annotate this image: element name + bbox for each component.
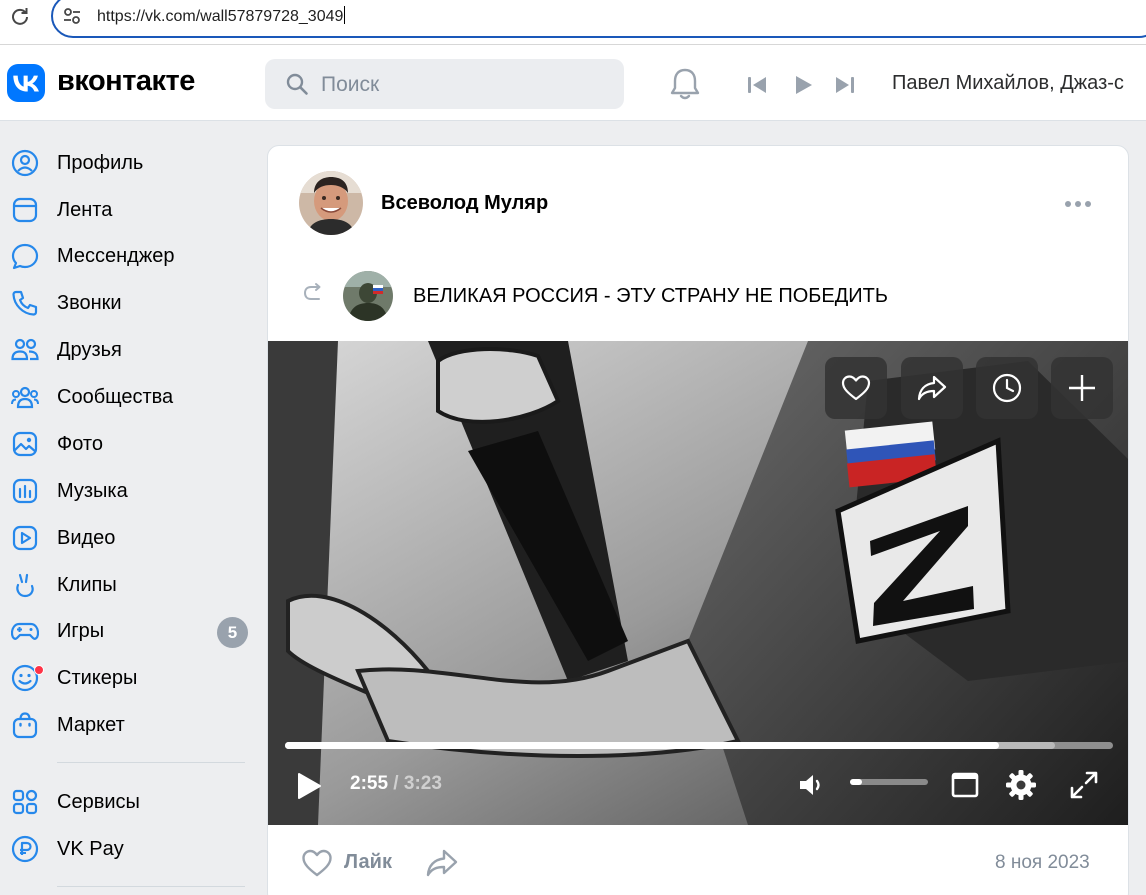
reload-icon[interactable]: [10, 6, 30, 26]
market-icon: [12, 712, 38, 739]
share-icon[interactable]: [425, 848, 459, 878]
author-avatar[interactable]: [299, 171, 363, 235]
sidebar-item-vkpay[interactable]: VK Pay: [0, 829, 260, 869]
video-progress-bar[interactable]: [285, 742, 1113, 749]
sidebar-item-messenger[interactable]: Мессенджер: [0, 236, 260, 276]
post-author-name[interactable]: Всеволод Муляр: [381, 192, 548, 215]
heart-icon: [841, 375, 871, 401]
browser-toolbar: https://vk.com/wall57879728_3049: [0, 0, 1146, 44]
games-count-badge: 5: [217, 617, 248, 648]
share-icon: [917, 375, 947, 401]
vk-header: вконтакте Павел Михайлов, Джаз-с: [0, 45, 1146, 121]
miniplayer-icon[interactable]: [949, 769, 981, 801]
left-sidebar: Профиль Лента Мессенджер Звонки Друзья С…: [0, 122, 260, 895]
video-icon: [12, 525, 38, 551]
communities-icon: [11, 386, 39, 409]
friends-icon: [11, 338, 39, 361]
sidebar-item-services[interactable]: Сервисы: [0, 782, 260, 822]
more-options-icon[interactable]: [1063, 198, 1093, 210]
games-icon: [11, 622, 39, 640]
search-input[interactable]: [321, 72, 611, 98]
url-text[interactable]: https://vk.com/wall57879728_3049: [97, 6, 346, 26]
music-icon: [12, 478, 38, 504]
repost-arrow-icon: [303, 283, 321, 300]
sidebar-item-feed[interactable]: Лента: [0, 190, 260, 230]
vk-logo-icon[interactable]: [7, 64, 45, 102]
sidebar-divider: [57, 762, 245, 763]
sidebar-item-video[interactable]: Видео: [0, 518, 260, 558]
sidebar-divider: [57, 886, 245, 887]
watch-later-button[interactable]: [976, 357, 1038, 419]
next-track-icon[interactable]: [833, 73, 857, 97]
play-icon[interactable]: [295, 771, 323, 801]
like-button[interactable]: Лайк: [301, 846, 411, 882]
add-video-button[interactable]: [1051, 357, 1113, 419]
clips-icon: [16, 573, 34, 598]
video-progress-fill: [285, 742, 999, 749]
vkpay-icon: [11, 835, 39, 863]
plus-icon: [1069, 375, 1095, 401]
profile-icon: [11, 149, 39, 177]
services-icon: [12, 789, 38, 815]
sidebar-item-calls[interactable]: Звонки: [0, 283, 260, 323]
notifications-bell-icon[interactable]: [668, 66, 702, 102]
video-time: 2:55 / 3:23: [350, 773, 442, 794]
settings-gear-icon[interactable]: [1005, 769, 1037, 801]
sidebar-item-photos[interactable]: Фото: [0, 424, 260, 464]
heart-icon: [302, 849, 332, 877]
sidebar-item-market[interactable]: Маркет: [0, 705, 260, 745]
clock-icon: [992, 373, 1022, 403]
volume-slider[interactable]: [850, 779, 928, 785]
messenger-icon: [11, 243, 39, 270]
video-share-button[interactable]: [901, 357, 963, 419]
sidebar-item-stickers[interactable]: Стикеры: [0, 658, 260, 698]
photo-icon: [12, 431, 38, 457]
sidebar-item-communities[interactable]: Сообщества: [0, 377, 260, 417]
sidebar-item-profile[interactable]: Профиль: [0, 143, 260, 183]
fullscreen-icon[interactable]: [1068, 769, 1100, 801]
sidebar-item-games[interactable]: Игры 5: [0, 611, 260, 651]
volume-icon[interactable]: [796, 769, 828, 801]
video-like-button[interactable]: [825, 357, 887, 419]
search-icon: [286, 73, 308, 95]
repost-source-avatar[interactable]: [343, 271, 393, 321]
video-player[interactable]: 2:55 / 3:23: [268, 341, 1128, 825]
vk-logo-text[interactable]: вконтакте: [57, 65, 195, 98]
previous-track-icon[interactable]: [745, 73, 769, 97]
notification-dot: [34, 665, 44, 675]
play-track-icon[interactable]: [791, 73, 815, 97]
volume-slider-fill: [850, 779, 862, 785]
sidebar-item-music[interactable]: Музыка: [0, 471, 260, 511]
site-settings-icon[interactable]: [62, 6, 82, 26]
post-date[interactable]: 8 ноя 2023: [995, 852, 1090, 874]
wall-post: Всеволод Муляр ВЕЛИКАЯ РОССИЯ - ЭТУ СТРА…: [267, 145, 1129, 895]
repost-source-title[interactable]: ВЕЛИКАЯ РОССИЯ - ЭТУ СТРАНУ НЕ ПОБЕДИТЬ: [413, 285, 888, 308]
now-playing-track[interactable]: Павел Михайлов, Джаз-с: [892, 72, 1124, 95]
feed-icon: [12, 197, 38, 223]
sidebar-item-clips[interactable]: Клипы: [0, 565, 260, 605]
sidebar-item-friends[interactable]: Друзья: [0, 330, 260, 370]
phone-icon: [12, 290, 38, 316]
